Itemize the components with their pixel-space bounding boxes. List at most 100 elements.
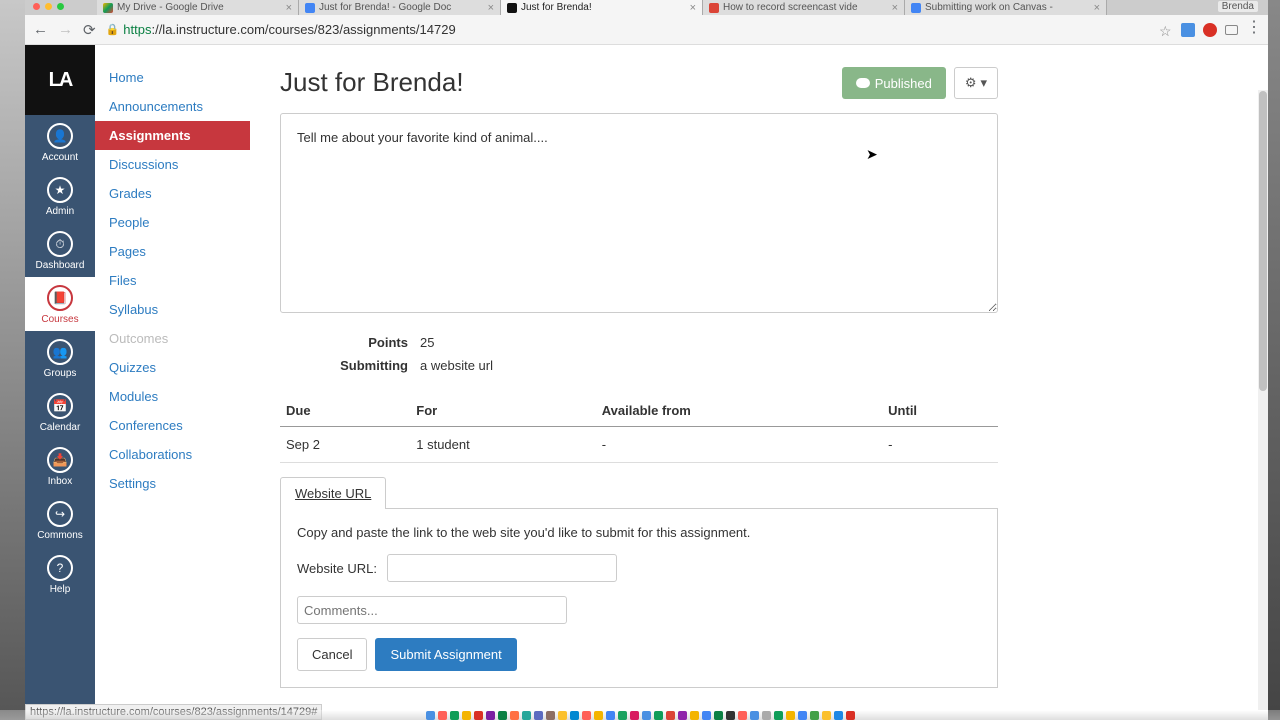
course-nav-home[interactable]: Home xyxy=(95,63,250,92)
dock-app-icon[interactable] xyxy=(678,711,687,720)
forward-button: → xyxy=(58,21,73,38)
course-nav-grades[interactable]: Grades xyxy=(95,179,250,208)
window-controls[interactable] xyxy=(33,3,64,10)
scrollbar[interactable] xyxy=(1258,90,1268,710)
course-nav-discussions[interactable]: Discussions xyxy=(95,150,250,179)
close-icon[interactable]: × xyxy=(488,2,494,14)
global-nav-account[interactable]: 👤Account xyxy=(25,115,95,169)
global-nav-commons[interactable]: ↪Commons xyxy=(25,493,95,547)
extension-icon[interactable] xyxy=(1181,23,1195,37)
dock-app-icon[interactable] xyxy=(462,711,471,720)
dock-app-icon[interactable] xyxy=(654,711,663,720)
dashboard-icon: ⏱ xyxy=(47,231,73,257)
global-nav: LA 👤Account★Admin ⏱ Dashboard 📕Courses👥Grou… xyxy=(25,45,95,720)
dock-app-icon[interactable] xyxy=(498,711,507,720)
profile-badge[interactable]: Brenda xyxy=(1218,1,1258,12)
dock-app-icon[interactable] xyxy=(846,711,855,720)
course-nav-people[interactable]: People xyxy=(95,208,250,237)
global-nav-calendar[interactable]: 📅Calendar xyxy=(25,385,95,439)
dock-app-icon[interactable] xyxy=(486,711,495,720)
dock-app-icon[interactable] xyxy=(594,711,603,720)
browser-tab[interactable]: Just for Brenda!× xyxy=(501,0,703,15)
logo[interactable]: LA xyxy=(25,45,95,115)
back-button[interactable]: ← xyxy=(33,21,48,38)
dock-app-icon[interactable] xyxy=(762,711,771,720)
course-nav-quizzes[interactable]: Quizzes xyxy=(95,353,250,382)
dock-app-icon[interactable] xyxy=(642,711,651,720)
menu-icon[interactable]: ⋮ xyxy=(1246,23,1260,37)
dock-app-icon[interactable] xyxy=(666,711,675,720)
dock-app-icon[interactable] xyxy=(450,711,459,720)
nav-label: Inbox xyxy=(48,476,72,487)
nav-label: Dashboard xyxy=(36,260,85,271)
bookmark-star-icon[interactable]: ☆ xyxy=(1159,23,1173,37)
dock-app-icon[interactable] xyxy=(630,711,639,720)
course-nav-pages[interactable]: Pages xyxy=(95,237,250,266)
dock-app-icon[interactable] xyxy=(570,711,579,720)
submit-assignment-button[interactable]: Submit Assignment xyxy=(375,638,516,671)
global-nav-help[interactable]: ?Help xyxy=(25,547,95,601)
dock-app-icon[interactable] xyxy=(714,711,723,720)
global-nav-groups[interactable]: 👥Groups xyxy=(25,331,95,385)
tab-website-url[interactable]: Website URL xyxy=(280,477,386,509)
browser-tab[interactable]: Submitting work on Canvas -× xyxy=(905,0,1107,15)
global-nav-inbox[interactable]: 📥Inbox xyxy=(25,439,95,493)
dock-app-icon[interactable] xyxy=(726,711,735,720)
address-bar[interactable]: 🔒 https://la.instructure.com/courses/823… xyxy=(106,22,1149,37)
dock-app-icon[interactable] xyxy=(690,711,699,720)
dock-app-icon[interactable] xyxy=(606,711,615,720)
close-icon[interactable]: × xyxy=(1094,2,1100,14)
dock-app-icon[interactable] xyxy=(510,711,519,720)
global-nav-courses[interactable]: 📕Courses xyxy=(25,277,95,331)
course-nav-announcements[interactable]: Announcements xyxy=(95,92,250,121)
dock-app-icon[interactable] xyxy=(738,711,747,720)
dock-app-icon[interactable] xyxy=(474,711,483,720)
global-nav-admin[interactable]: ★Admin xyxy=(25,169,95,223)
dock-app-icon[interactable] xyxy=(834,711,843,720)
dock-app-icon[interactable] xyxy=(786,711,795,720)
dock-app-icon[interactable] xyxy=(534,711,543,720)
course-nav-settings[interactable]: Settings xyxy=(95,469,250,498)
cast-icon[interactable] xyxy=(1225,25,1238,35)
comments-input[interactable] xyxy=(297,596,567,624)
dock-app-icon[interactable] xyxy=(798,711,807,720)
close-icon[interactable]: × xyxy=(690,2,696,14)
course-nav-collaborations[interactable]: Collaborations xyxy=(95,440,250,469)
dock-app-icon[interactable] xyxy=(822,711,831,720)
dock-app-icon[interactable] xyxy=(582,711,591,720)
dock[interactable] xyxy=(0,710,1280,720)
dock-app-icon[interactable] xyxy=(810,711,819,720)
course-nav-syllabus[interactable]: Syllabus xyxy=(95,295,250,324)
published-button[interactable]: Published xyxy=(842,67,946,99)
reload-button[interactable]: ⟳ xyxy=(83,21,96,39)
dock-app-icon[interactable] xyxy=(702,711,711,720)
dock-app-icon[interactable] xyxy=(750,711,759,720)
browser-tab[interactable]: How to record screencast vide× xyxy=(703,0,905,15)
dock-app-icon[interactable] xyxy=(438,711,447,720)
due-dates-table: Due For Available from Until Sep 2 1 stu… xyxy=(280,395,998,463)
global-nav-dashboard[interactable]: ⏱ Dashboard xyxy=(25,223,95,277)
dock-app-icon[interactable] xyxy=(522,711,531,720)
account-icon: 👤 xyxy=(47,123,73,149)
dock-app-icon[interactable] xyxy=(774,711,783,720)
browser-tab[interactable]: Just for Brenda! - Google Doc× xyxy=(299,0,501,15)
dock-app-icon[interactable] xyxy=(546,711,555,720)
dock-app-icon[interactable] xyxy=(558,711,567,720)
course-nav-files[interactable]: Files xyxy=(95,266,250,295)
browser-tab-strip: My Drive - Google Drive×Just for Brenda!… xyxy=(25,0,1268,15)
close-icon[interactable]: × xyxy=(286,2,292,14)
website-url-input[interactable] xyxy=(387,554,617,582)
dock-app-icon[interactable] xyxy=(618,711,627,720)
cancel-button[interactable]: Cancel xyxy=(297,638,367,671)
course-nav-assignments[interactable]: Assignments xyxy=(95,121,250,150)
extension-icon[interactable] xyxy=(1203,23,1217,37)
course-nav-conferences[interactable]: Conferences xyxy=(95,411,250,440)
page-title: Just for Brenda! xyxy=(280,67,842,98)
course-nav-modules[interactable]: Modules xyxy=(95,382,250,411)
admin-icon: ★ xyxy=(47,177,73,203)
dock-app-icon[interactable] xyxy=(426,711,435,720)
browser-tab[interactable]: My Drive - Google Drive× xyxy=(97,0,299,15)
settings-button[interactable]: ⚙ ▾ xyxy=(954,67,998,99)
close-icon[interactable]: × xyxy=(892,2,898,14)
submission-panel: Copy and paste the link to the web site … xyxy=(280,509,998,688)
